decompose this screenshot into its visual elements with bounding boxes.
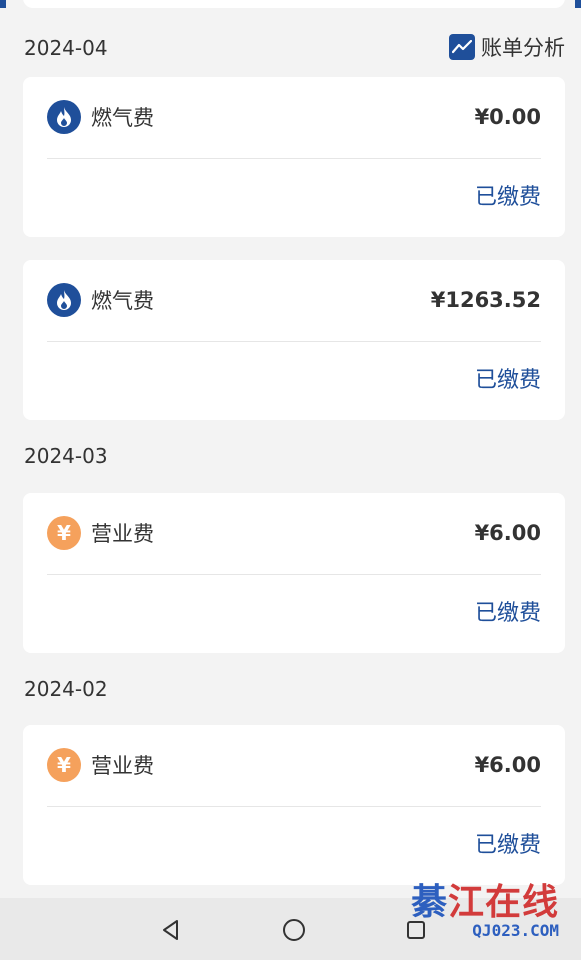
bill-card[interactable]: 燃气费 ¥0.00 已缴费 bbox=[23, 77, 565, 237]
bill-analysis-label: 账单分析 bbox=[481, 36, 565, 60]
home-icon[interactable] bbox=[280, 916, 308, 944]
bill-card[interactable]: ¥ 营业费 ¥6.00 已缴费 bbox=[23, 493, 565, 653]
month-label: 2024-03 bbox=[24, 444, 108, 468]
bill-amount: ¥6.00 bbox=[474, 753, 541, 777]
previous-card bbox=[23, 0, 565, 8]
back-icon[interactable] bbox=[157, 916, 185, 944]
bill-name: 燃气费 bbox=[91, 289, 154, 313]
divider bbox=[47, 574, 541, 575]
top-accent-right bbox=[575, 0, 581, 8]
bill-name: 营业费 bbox=[91, 754, 154, 778]
bill-amount: ¥1263.52 bbox=[430, 288, 541, 312]
bill-name: 营业费 bbox=[91, 522, 154, 546]
bill-status: 已缴费 bbox=[474, 601, 541, 626]
yuan-icon: ¥ bbox=[47, 516, 81, 550]
bill-amount: ¥0.00 bbox=[474, 105, 541, 129]
bill-analysis-button[interactable]: 账单分析 bbox=[449, 32, 565, 62]
bill-status: 已缴费 bbox=[474, 368, 541, 393]
month-label: 2024-02 bbox=[24, 677, 108, 701]
bill-name: 燃气费 bbox=[91, 106, 154, 130]
recents-icon[interactable] bbox=[402, 916, 430, 944]
top-accent-left bbox=[0, 0, 6, 8]
divider bbox=[47, 158, 541, 159]
flame-icon bbox=[47, 283, 81, 317]
divider bbox=[47, 806, 541, 807]
bill-amount: ¥6.00 bbox=[474, 521, 541, 545]
bill-card[interactable]: ¥ 营业费 ¥6.00 已缴费 bbox=[23, 725, 565, 885]
trend-chart-icon bbox=[449, 34, 475, 60]
bill-status: 已缴费 bbox=[474, 833, 541, 858]
divider bbox=[47, 341, 541, 342]
yuan-icon: ¥ bbox=[47, 748, 81, 782]
flame-icon bbox=[47, 100, 81, 134]
bill-card[interactable]: 燃气费 ¥1263.52 已缴费 bbox=[23, 260, 565, 420]
bill-status: 已缴费 bbox=[474, 185, 541, 210]
month-label: 2024-04 bbox=[24, 36, 108, 60]
system-nav-bar bbox=[0, 898, 581, 960]
